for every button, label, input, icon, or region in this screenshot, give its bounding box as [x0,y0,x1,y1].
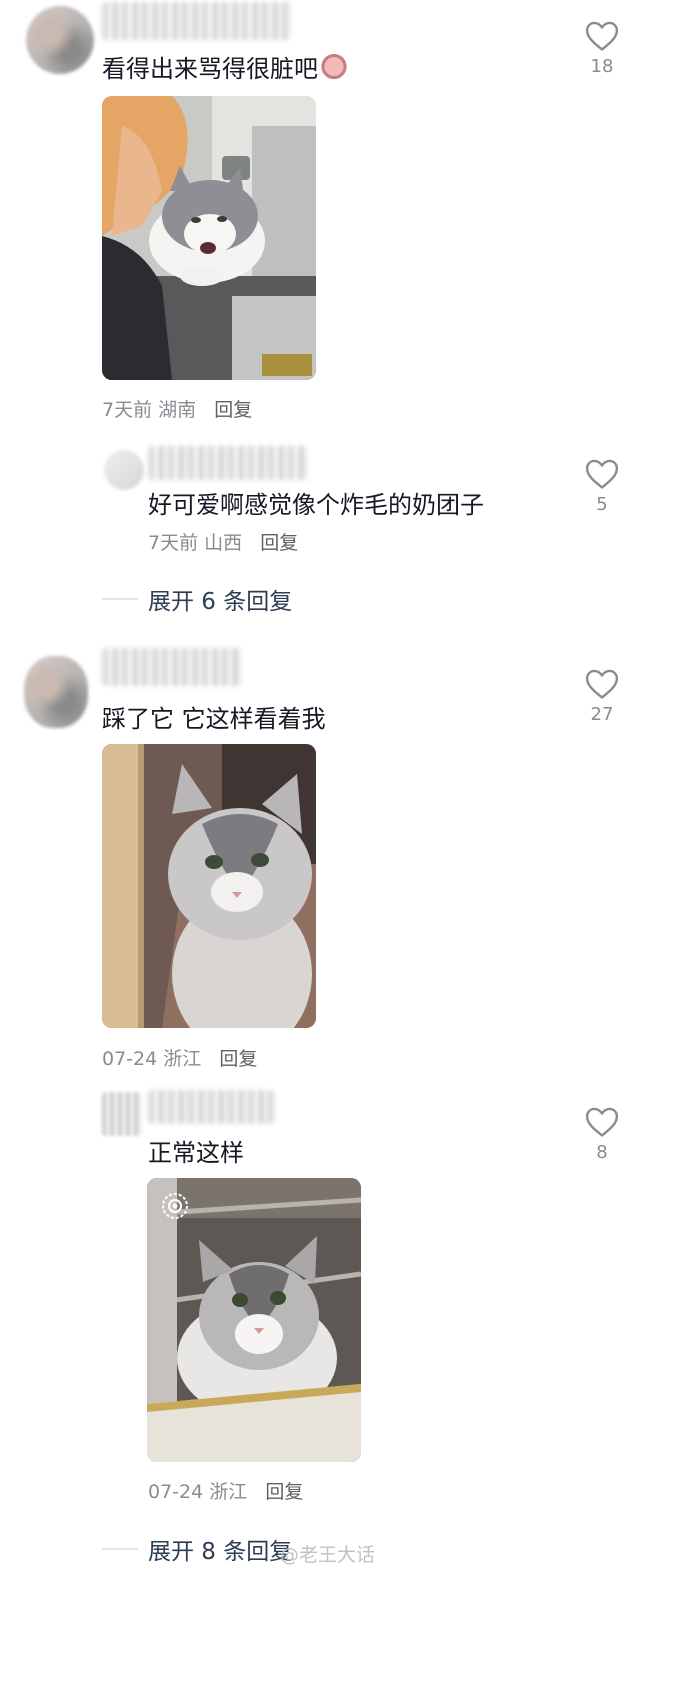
reply-time: 07-24 [148,1481,204,1503]
reply-meta: 07-24 浙江 回复 [148,1478,303,1506]
heart-outline-icon [585,459,619,489]
comment-image[interactable] [102,744,316,1028]
comment-meta: 07-24 浙江 回复 [102,1045,257,1073]
commenter-name-blurred[interactable] [102,648,242,686]
reply-avatar[interactable] [102,1092,142,1136]
like-count: 27 [590,704,614,725]
reply-text: 好可爱啊感觉像个炸毛的奶团子 [148,491,484,519]
reply-button[interactable]: 回复 [265,1481,303,1503]
comment-meta: 7天前 湖南 回复 [102,396,252,424]
reply-location: 浙江 [209,1481,248,1503]
cat-peeking-photo [102,744,316,1028]
commenter-avatar[interactable] [24,656,88,728]
commenter-avatar[interactable] [26,6,94,74]
expand-divider [102,598,138,600]
comment-text: 踩了它 它这样看着我 [102,705,326,733]
expand-replies-button[interactable]: 展开 8 条回复 [148,1532,292,1566]
reply-image[interactable] [147,1178,361,1462]
expand-replies-button[interactable]: 展开 6 条回复 [148,582,292,616]
comment-location: 湖南 [158,399,197,421]
fluffy-cat-photo [147,1178,361,1462]
reply-like-button[interactable]: 5 [582,458,622,515]
comment-text: 看得出来骂得很脏吧 [102,52,348,86]
comment-text-content: 看得出来骂得很脏吧 [102,55,318,83]
reply-location: 山西 [204,532,243,554]
reply-name-blurred[interactable] [148,1090,274,1124]
pig-face-emoji-icon [320,54,348,82]
reply-name-blurred[interactable] [148,446,308,480]
comment-image[interactable] [102,96,316,380]
commenter-name-blurred[interactable] [102,2,292,40]
heart-outline-icon [585,1107,619,1137]
like-button[interactable]: 27 [582,668,622,725]
reply-time: 7天前 [148,532,199,554]
like-button[interactable]: 18 [582,20,622,77]
reply-avatar[interactable] [104,450,144,490]
reply-button[interactable]: 回复 [219,1048,257,1070]
cat-with-person-photo [102,96,316,380]
expand-divider [102,1548,138,1550]
watermark: @老王大话 [280,1544,376,1566]
reply-text: 正常这样 [148,1139,244,1167]
reply-like-count: 8 [596,1142,608,1163]
reply-button[interactable]: 回复 [214,399,252,421]
reply-meta: 7天前 山西 回复 [148,529,298,557]
reply-like-count: 5 [596,494,608,515]
reply-like-button[interactable]: 8 [582,1106,622,1163]
comment-time: 07-24 [102,1048,158,1070]
comment-time: 7天前 [102,399,153,421]
heart-outline-icon [585,669,619,699]
reply-button[interactable]: 回复 [260,532,298,554]
heart-outline-icon [585,21,619,51]
comment-location: 浙江 [163,1048,202,1070]
like-count: 18 [590,56,614,77]
